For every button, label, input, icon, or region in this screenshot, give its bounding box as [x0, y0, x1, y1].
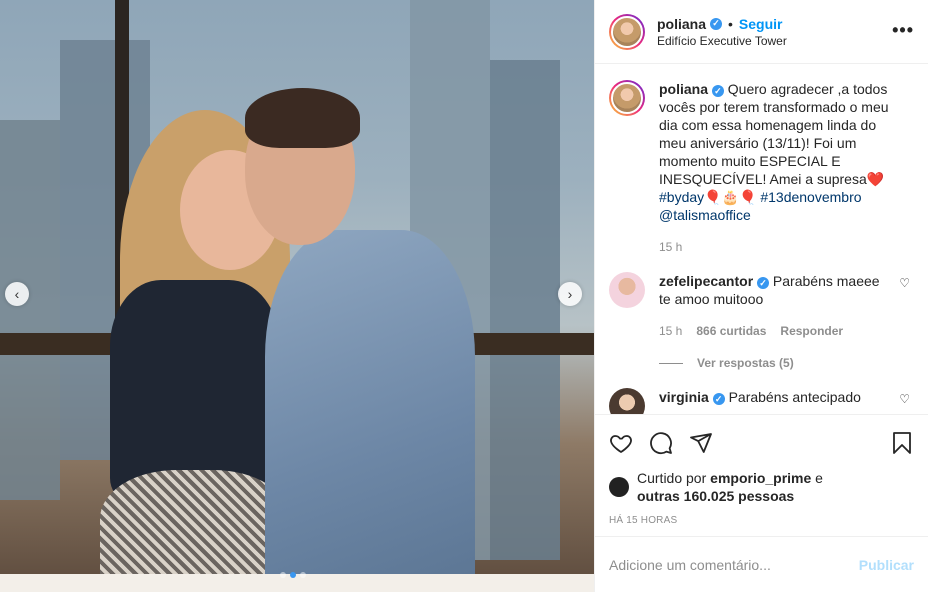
- woman-shirt: [110, 280, 280, 500]
- publish-button[interactable]: Publicar: [859, 557, 914, 573]
- comment-input[interactable]: [609, 556, 859, 573]
- view-replies-label: Ver respostas (5): [697, 356, 794, 370]
- comment-item: zefelipecantor ✓ Parabéns maeee te amoo …: [609, 272, 914, 340]
- caption-emoji: 🎈🎂🎈: [704, 189, 757, 205]
- comments-list[interactable]: poliana ✓ Quero agradecer ,a todos vocês…: [595, 64, 928, 414]
- view-replies-button[interactable]: Ver respostas (5): [659, 356, 914, 370]
- verified-badge-icon: ✓: [757, 277, 770, 289]
- divider: [659, 362, 683, 364]
- post-actions: Curtido por emporio_prime e outras 160.0…: [595, 414, 928, 536]
- post-photo[interactable]: ‹ ›: [0, 0, 594, 592]
- like-button[interactable]: [609, 423, 649, 463]
- comment-icon: [650, 432, 672, 455]
- share-button[interactable]: [689, 423, 729, 463]
- carousel-indicator: [280, 572, 306, 578]
- post-timestamp[interactable]: HÁ 15 HORAS: [609, 515, 914, 526]
- comment-text: Parabéns antecipado: [724, 389, 861, 405]
- save-button[interactable]: [874, 423, 914, 463]
- carousel-next-button[interactable]: ›: [558, 282, 582, 306]
- like-comment-icon[interactable]: ♡: [899, 276, 910, 290]
- comment-likes[interactable]: 866 curtidas: [696, 322, 766, 340]
- verified-badge-icon: ✓: [710, 17, 723, 30]
- liked-prefix: Curtido por: [637, 470, 711, 486]
- avatar[interactable]: [609, 80, 645, 116]
- post-header: poliana ✓ • Seguir Edifício Executive To…: [595, 0, 928, 64]
- liked-and: e: [811, 470, 823, 486]
- verified-badge-icon: ✓: [712, 393, 725, 405]
- liked-others-link[interactable]: outras 160.025 pessoas: [637, 488, 794, 504]
- avatar[interactable]: [609, 272, 645, 308]
- reply-button[interactable]: Responder: [780, 322, 843, 340]
- background-building: [490, 60, 560, 560]
- bookmark-icon: [893, 432, 911, 454]
- location-link[interactable]: Edifício Executive Tower: [657, 34, 787, 48]
- follow-button[interactable]: Seguir: [739, 16, 783, 32]
- carousel-dot: [300, 572, 306, 578]
- send-icon: [690, 433, 712, 453]
- separator-dot: •: [728, 15, 733, 32]
- comment-username[interactable]: virginia: [659, 389, 709, 405]
- carousel-dot: [280, 572, 286, 578]
- comment-item: virginia ✓ Parabéns antecipado ♡: [609, 388, 914, 414]
- post-side-panel: poliana ✓ • Seguir Edifício Executive To…: [594, 0, 928, 592]
- post-caption: poliana ✓ Quero agradecer ,a todos vocês…: [609, 80, 914, 256]
- post-dialog: ‹ › poliana ✓ • Seguir Edifício Executiv…: [0, 0, 928, 592]
- avatar[interactable]: [609, 477, 629, 497]
- avatar[interactable]: [609, 388, 645, 414]
- add-comment-bar: Publicar: [595, 536, 928, 592]
- like-comment-icon[interactable]: ♡: [899, 392, 910, 406]
- carousel-dot: [290, 572, 296, 578]
- liked-by: Curtido por emporio_prime e outras 160.0…: [609, 469, 914, 505]
- comment-username[interactable]: zefelipecantor: [659, 273, 753, 289]
- liked-user-link[interactable]: emporio_prime: [710, 470, 811, 486]
- more-options-icon[interactable]: •••: [892, 20, 914, 41]
- hashtag-link[interactable]: #13denovembro: [760, 189, 861, 205]
- chevron-right-icon: ›: [567, 286, 573, 302]
- background-building: [0, 120, 60, 500]
- caption-username[interactable]: poliana: [659, 81, 708, 97]
- mention-link[interactable]: @talismaoffice: [659, 207, 751, 223]
- heart-icon: [610, 435, 632, 453]
- man-jacket: [265, 230, 475, 592]
- man-hair: [245, 88, 360, 148]
- hashtag-link[interactable]: #byday: [659, 189, 704, 205]
- avatar[interactable]: [609, 13, 645, 50]
- comment-button[interactable]: [649, 423, 689, 463]
- chevron-left-icon: ‹: [14, 286, 20, 302]
- verified-badge-icon: ✓: [711, 85, 724, 97]
- caption-time[interactable]: 15 h: [659, 238, 682, 256]
- comment-time[interactable]: 15 h: [659, 322, 682, 340]
- author-username[interactable]: poliana: [657, 16, 706, 32]
- carousel-prev-button[interactable]: ‹: [5, 282, 29, 306]
